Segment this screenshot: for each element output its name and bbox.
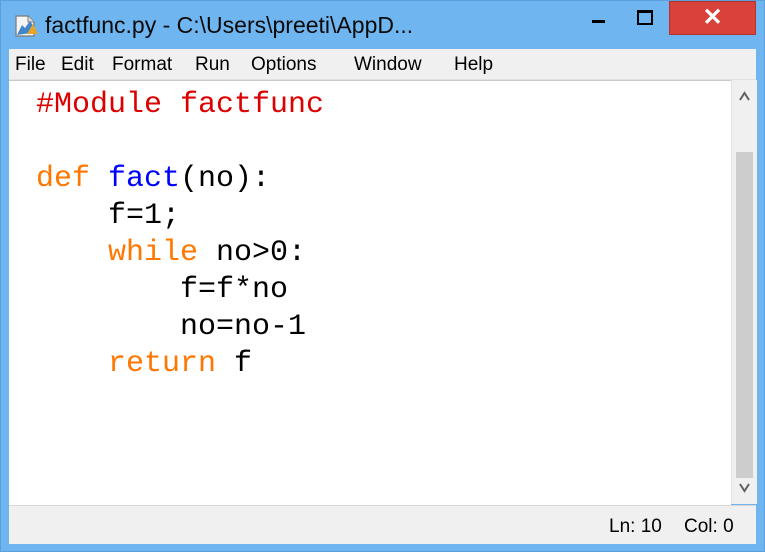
code-token-text: (no): <box>180 162 271 196</box>
chevron-up-icon[interactable] <box>732 80 757 110</box>
vertical-scrollbar[interactable] <box>731 80 757 504</box>
status-column-number: Col: 0 <box>684 516 734 537</box>
maximize-button[interactable] <box>622 1 668 35</box>
status-bar: Ln: 10 Col: 0 <box>9 505 756 544</box>
code-line: #Module factfunc <box>36 87 324 123</box>
menu-format[interactable]: Format <box>112 53 172 77</box>
code-line: f=f*no <box>36 272 288 308</box>
minimize-button[interactable] <box>576 1 622 35</box>
menu-help[interactable]: Help <box>454 53 493 77</box>
code-token-keyword: while <box>108 236 199 270</box>
code-token-text: no=no-1 <box>36 310 307 344</box>
code-line: return f <box>36 346 252 382</box>
code-token-text: no>0: <box>198 236 307 270</box>
chevron-down-icon[interactable] <box>732 474 757 504</box>
code-token-text: f=f*no <box>36 273 289 307</box>
code-editor[interactable]: #Module factfunc def fact(no): f=1; while… <box>9 80 731 505</box>
close-icon: ✕ <box>702 4 723 31</box>
code-line: def fact(no): <box>36 161 270 197</box>
menu-options[interactable]: Options <box>251 53 316 77</box>
code-token-keyword: def <box>36 162 91 196</box>
code-token-definition: fact <box>108 162 181 196</box>
menu-file[interactable]: File <box>15 53 46 77</box>
window-title: factfunc.py - C:\Users\preeti\AppD... <box>45 12 414 38</box>
idle-editor-window: factfunc.py - C:\Users\preeti\AppD... ✕ … <box>0 0 765 552</box>
title-bar[interactable]: factfunc.py - C:\Users\preeti\AppD... ✕ <box>1 1 764 49</box>
menu-edit[interactable]: Edit <box>61 53 94 77</box>
code-token-text: f=1; <box>36 199 181 233</box>
code-token-comment: #Module factfunc <box>36 88 325 122</box>
code-line: while no>0: <box>36 235 306 271</box>
code-line: no=no-1 <box>36 309 306 345</box>
idle-file-icon <box>15 15 38 37</box>
scrollbar-thumb[interactable] <box>736 152 753 478</box>
menu-bar: File Edit Format Run Options Window Help <box>9 49 756 80</box>
menu-run[interactable]: Run <box>195 53 230 77</box>
menu-window[interactable]: Window <box>354 53 422 77</box>
code-token-keyword: return <box>108 347 217 381</box>
code-line: f=1; <box>36 198 180 234</box>
close-button[interactable]: ✕ <box>669 1 756 35</box>
code-token-text: f <box>216 347 253 381</box>
status-line-number: Ln: 10 <box>609 516 662 537</box>
